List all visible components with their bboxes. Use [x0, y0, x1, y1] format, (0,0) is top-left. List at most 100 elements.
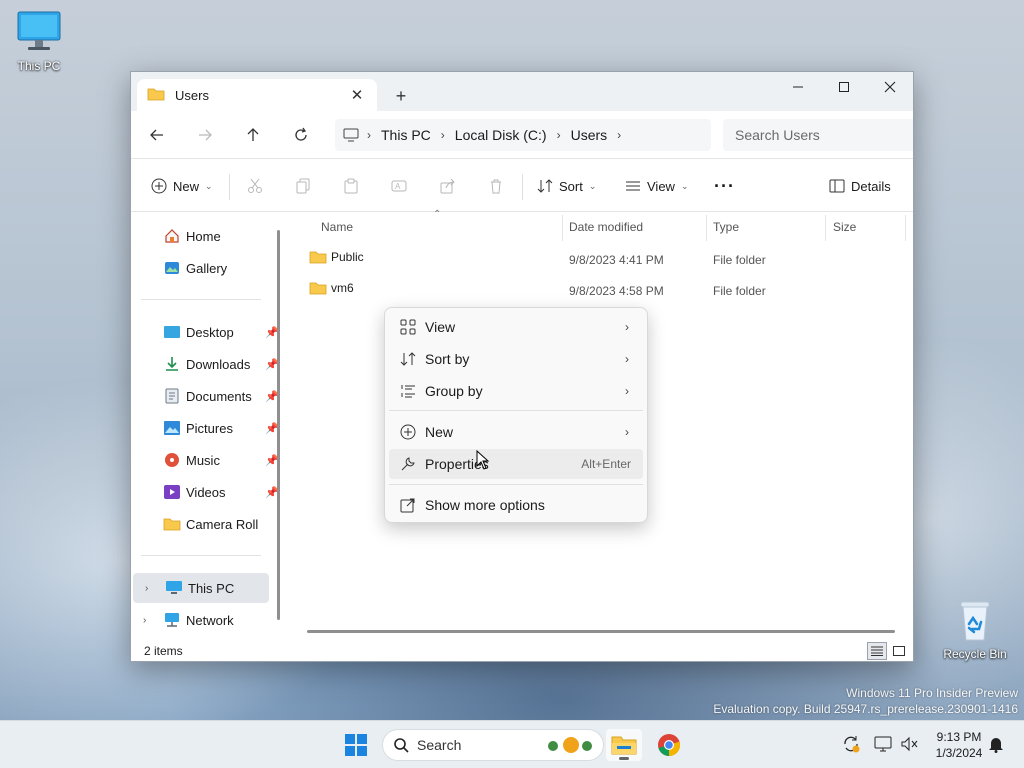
- menu-item-view[interactable]: View ›: [389, 312, 643, 342]
- cut-icon[interactable]: [244, 175, 266, 197]
- nav-item-gallery[interactable]: Gallery: [131, 253, 281, 283]
- nav-scrollbar[interactable]: [277, 230, 280, 620]
- folder-icon: [163, 515, 181, 533]
- menu-item-properties[interactable]: Properties Alt+Enter: [389, 449, 643, 479]
- rename-icon[interactable]: A: [388, 175, 410, 197]
- taskbar-file-explorer[interactable]: [606, 729, 642, 761]
- item-count: 2 items: [144, 644, 183, 658]
- paste-icon[interactable]: [340, 175, 362, 197]
- table-row[interactable]: vm6 9/8/2023 4:58 PM File folder: [287, 274, 913, 305]
- nav-item-desktop[interactable]: Desktop 📌: [131, 317, 281, 347]
- chevron-right-icon: ›: [625, 320, 629, 334]
- menu-item-label: Group by: [425, 383, 483, 399]
- nav-item-pictures[interactable]: Pictures 📌: [131, 413, 281, 443]
- chevron-right-icon[interactable]: ›: [617, 128, 621, 142]
- music-icon: [163, 451, 181, 469]
- breadcrumb[interactable]: › This PC › Local Disk (C:) › Users ›: [335, 119, 711, 151]
- start-button[interactable]: [344, 733, 368, 760]
- status-bar: 2 items: [131, 639, 913, 661]
- tiles-view-icon: [893, 646, 905, 656]
- new-tab-button[interactable]: +: [389, 84, 413, 108]
- clock-time: 9:13 PM: [936, 730, 982, 744]
- file-name: Public: [331, 250, 364, 264]
- column-divider[interactable]: [905, 215, 906, 241]
- more-options-button[interactable]: ···: [714, 173, 735, 199]
- table-row[interactable]: Public 9/8/2023 4:41 PM File folder: [287, 243, 913, 274]
- close-window-button[interactable]: [867, 72, 913, 102]
- nav-item-home[interactable]: Home: [131, 221, 281, 251]
- menu-item-group-by[interactable]: Group by ›: [389, 376, 643, 406]
- update-icon[interactable]: [842, 735, 860, 756]
- column-header-type[interactable]: Type: [707, 213, 739, 241]
- pictures-icon: [163, 419, 181, 437]
- taskbar-search[interactable]: Search: [382, 729, 604, 761]
- column-header-date[interactable]: Date modified: [563, 213, 643, 241]
- delete-icon[interactable]: [485, 175, 507, 197]
- divider: [141, 299, 261, 300]
- home-icon: [163, 227, 181, 245]
- notification-bell-icon[interactable]: [988, 735, 1004, 756]
- close-tab-icon[interactable]: ✕: [347, 85, 367, 105]
- monitor-icon: [7, 10, 71, 57]
- menu-item-new[interactable]: New ›: [389, 417, 643, 447]
- sort-button[interactable]: Sort ⌄: [537, 173, 596, 199]
- taskbar-chrome[interactable]: [651, 729, 687, 761]
- nav-item-camera-roll[interactable]: Camera Roll: [131, 509, 281, 539]
- tab-users[interactable]: Users ✕: [137, 79, 377, 111]
- menu-item-label: View: [425, 319, 456, 335]
- minimize-button[interactable]: [775, 72, 821, 102]
- chevron-right-icon[interactable]: ›: [145, 583, 148, 594]
- menu-item-show-more-options[interactable]: Show more options: [389, 490, 643, 520]
- chevron-right-icon: ›: [625, 425, 629, 439]
- column-divider[interactable]: [825, 215, 826, 241]
- details-label: Details: [851, 178, 891, 194]
- new-button[interactable]: New ⌄: [151, 173, 213, 199]
- network-status-icon[interactable]: [874, 735, 892, 756]
- details-pane-button[interactable]: Details: [829, 173, 891, 199]
- breadcrumb-users[interactable]: Users: [561, 127, 618, 143]
- watermark-line: Windows 11 Pro Insider Preview: [846, 686, 1018, 700]
- nav-label: Gallery: [186, 260, 228, 276]
- download-icon: [163, 355, 181, 373]
- taskbar-search-label: Search: [417, 737, 462, 753]
- chevron-right-icon[interactable]: ›: [143, 615, 146, 626]
- view-label: View: [647, 178, 675, 194]
- tiles-view-button[interactable]: [889, 642, 909, 660]
- horizontal-scrollbar[interactable]: [307, 630, 895, 633]
- volume-muted-icon[interactable]: [900, 735, 918, 756]
- nav-item-downloads[interactable]: Downloads 📌: [131, 349, 281, 379]
- chrome-icon: [658, 734, 681, 757]
- refresh-button[interactable]: [287, 123, 315, 147]
- nav-item-videos[interactable]: Videos 📌: [131, 477, 281, 507]
- menu-item-sort-by[interactable]: Sort by ›: [389, 344, 643, 374]
- file-explorer-icon: [611, 736, 637, 755]
- nav-label: Network: [186, 612, 234, 628]
- details-view-button[interactable]: [867, 642, 887, 660]
- forward-button[interactable]: [191, 123, 219, 147]
- network-icon: [163, 611, 181, 629]
- column-header-name[interactable]: Name: [315, 213, 353, 241]
- address-row: › This PC › Local Disk (C:) › Users › Se…: [131, 111, 913, 159]
- desktop-icon-recycle-bin[interactable]: Recycle Bin: [943, 598, 1007, 661]
- taskbar-clock[interactable]: 9:13 PM 1/3/2024: [928, 729, 990, 761]
- nav-label: Desktop: [186, 324, 234, 340]
- view-button[interactable]: View ⌄: [625, 173, 689, 199]
- maximize-button[interactable]: [821, 72, 867, 102]
- up-button[interactable]: [239, 123, 267, 147]
- breadcrumb-this-pc[interactable]: This PC: [371, 127, 441, 143]
- arrow-right-icon: [199, 129, 212, 141]
- nav-label: Downloads: [186, 356, 251, 372]
- nav-item-documents[interactable]: Documents 📌: [131, 381, 281, 411]
- nav-item-music[interactable]: Music 📌: [131, 445, 281, 475]
- chevron-down-icon: ⌄: [205, 180, 213, 191]
- back-button[interactable]: [143, 123, 171, 147]
- desktop-icon-this-pc[interactable]: This PC: [7, 10, 71, 73]
- nav-item-network[interactable]: › Network: [131, 605, 281, 635]
- breadcrumb-local-disk[interactable]: Local Disk (C:): [445, 127, 557, 143]
- gallery-icon: [163, 259, 181, 277]
- nav-item-this-pc[interactable]: › This PC: [133, 573, 269, 603]
- copy-icon[interactable]: [292, 175, 314, 197]
- share-icon[interactable]: [437, 175, 459, 197]
- column-header-size[interactable]: Size: [827, 213, 856, 241]
- search-input[interactable]: Search Users: [723, 119, 913, 151]
